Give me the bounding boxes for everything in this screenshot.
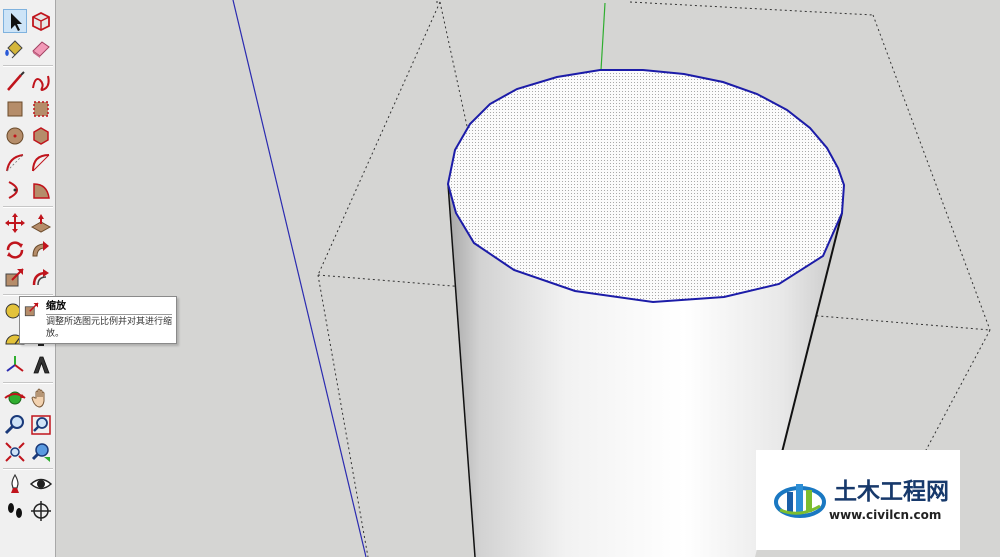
push-pull-icon[interactable] — [29, 211, 53, 235]
blue-axis-line — [232, 0, 367, 557]
look-around-icon[interactable] — [29, 472, 53, 496]
pie-icon[interactable] — [29, 178, 53, 202]
make-component-icon[interactable] — [29, 9, 53, 33]
axes-icon[interactable] — [3, 353, 27, 377]
freehand-icon[interactable] — [29, 70, 53, 94]
tooltip-divider — [46, 314, 172, 315]
three-point-arc-icon[interactable] — [3, 178, 27, 202]
tooltip-description: 调整所选图元比例并对其进行缩放。 — [46, 317, 173, 339]
3d-text-icon[interactable] — [29, 353, 53, 377]
rotated-rectangle-icon[interactable] — [29, 97, 53, 121]
follow-me-icon[interactable] — [29, 238, 53, 262]
tool-palette — [0, 0, 56, 557]
scale-icon[interactable] — [3, 265, 27, 289]
watermark: 土木工程网 www.civilcn.com — [756, 450, 960, 550]
toolbar-separator — [3, 382, 53, 384]
zoom-icon[interactable] — [3, 413, 27, 437]
offset-icon[interactable] — [29, 265, 53, 289]
toolbar-separator — [3, 468, 53, 470]
two-point-arc-icon[interactable] — [29, 151, 53, 175]
logo-icon — [774, 472, 826, 524]
green-axis-line — [600, 2, 606, 71]
position-camera-icon[interactable] — [3, 472, 27, 496]
rectangle-icon[interactable] — [3, 97, 27, 121]
arc-icon[interactable] — [3, 151, 27, 175]
walk-icon[interactable] — [3, 499, 27, 523]
rotate-icon[interactable] — [3, 238, 27, 262]
zoom-extents-icon[interactable] — [3, 440, 27, 464]
paint-bucket-icon[interactable] — [3, 36, 27, 60]
eraser-icon[interactable] — [29, 36, 53, 60]
polygon-icon[interactable] — [29, 124, 53, 148]
previous-view-icon[interactable] — [29, 440, 53, 464]
select-icon[interactable] — [3, 9, 27, 33]
toolbar-separator — [3, 65, 53, 67]
circle-icon[interactable] — [3, 124, 27, 148]
line-icon[interactable] — [3, 70, 27, 94]
watermark-name: 土木工程网 — [834, 479, 949, 505]
watermark-url: www.civilcn.com — [829, 508, 942, 522]
tooltip-title: 缩放 — [46, 301, 66, 312]
scale-icon — [23, 300, 41, 318]
move-icon[interactable] — [3, 211, 27, 235]
tooltip: 缩放 调整所选图元比例并对其进行缩放。 — [19, 296, 177, 344]
section-plane-icon[interactable] — [29, 499, 53, 523]
toolbar-separator — [3, 206, 53, 208]
zoom-window-icon[interactable] — [29, 413, 53, 437]
orbit-icon[interactable] — [3, 386, 27, 410]
pan-icon[interactable] — [29, 386, 53, 410]
